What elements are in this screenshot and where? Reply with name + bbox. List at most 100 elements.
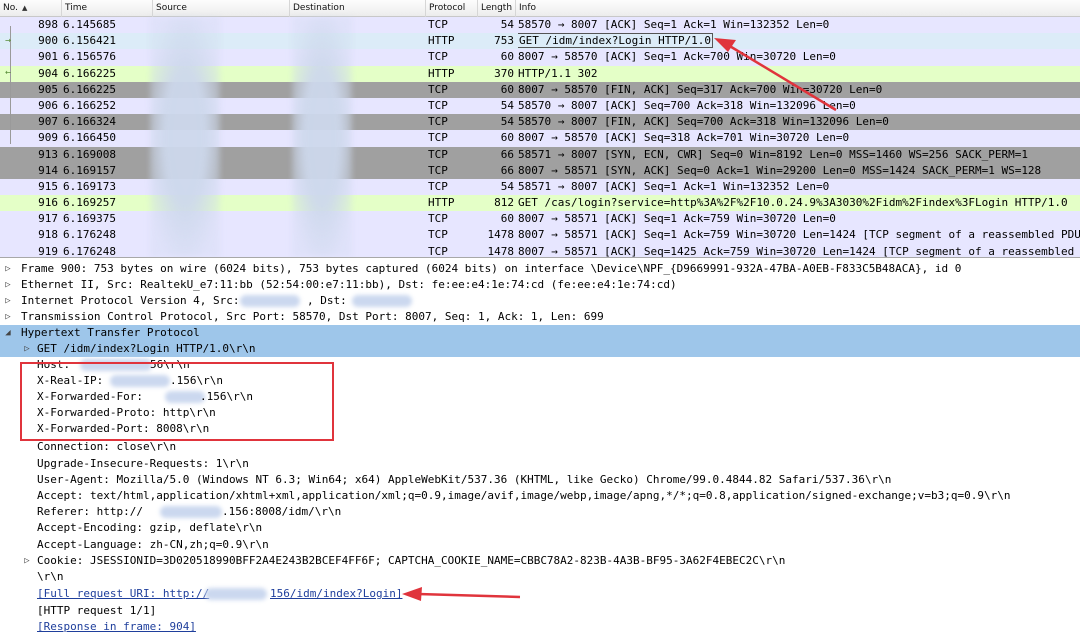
packet-info: 58570 → 8007 [ACK] Seq=700 Ack=318 Win=1… [518, 98, 856, 112]
packet-list-header: No. ▲ Time Source Destination Protocol Le… [0, 0, 1080, 17]
packet-info: GET /cas/login?service=http%3A%2F%2F10.0… [518, 196, 1068, 210]
packet-info: 8007 → 58571 [ACK] Seq=1 Ack=759 Win=307… [518, 228, 1080, 242]
packet-number: 906 [38, 98, 58, 112]
packet-length: 60 [500, 131, 514, 145]
packet-info: 8007 → 58570 [ACK] Seq=318 Ack=701 Win=3… [518, 131, 850, 145]
detail-http-request-line[interactable]: ▷ GET /idm/index?Login HTTP/1.0\r\n [0, 341, 1080, 357]
packet-length: 54 [500, 18, 514, 31]
packet-protocol: TCP [428, 115, 448, 129]
redacted-uri-host [205, 588, 267, 600]
packet-time: 6.145685 [63, 18, 116, 31]
packet-protocol: TCP [428, 179, 448, 193]
column-header-no[interactable]: No. ▲ [0, 0, 62, 17]
detail-ethernet[interactable]: ▷ Ethernet II, Src: RealtekU_e7:11:bb (52… [0, 277, 1080, 293]
expand-icon[interactable]: ▷ [22, 553, 32, 569]
detail-frame[interactable]: ▷ Frame 900: 753 bytes on wire (6024 bits… [0, 261, 1080, 277]
packet-protocol: HTTP [428, 66, 455, 80]
packet-number: 901 [38, 50, 58, 64]
detail-accept-encoding[interactable]: Accept-Encoding: gzip, deflate\r\n [0, 520, 1080, 536]
packet-length: 60 [500, 50, 514, 64]
column-header-info[interactable]: Info [516, 0, 1080, 17]
detail-accept[interactable]: Accept: text/html,application/xhtml+xml,… [0, 488, 1080, 504]
packet-info: 8007 → 58571 [ACK] Seq=1425 Ack=759 Win=… [518, 244, 1080, 258]
column-header-length[interactable]: Length [478, 0, 516, 17]
packet-protocol: TCP [428, 98, 448, 112]
redacted-destination-addresses [292, 17, 352, 257]
request-arrow-icon: → [5, 35, 12, 46]
redacted-referer-host [160, 506, 222, 518]
detail-cookie[interactable]: ▷ Cookie: JSESSIONID=3D020518990BFF2A4E24… [0, 553, 1080, 569]
packet-protocol: TCP [428, 18, 448, 31]
packet-number: 907 [38, 115, 58, 129]
response-arrow-icon: ← [5, 67, 12, 78]
packet-time: 6.166252 [63, 98, 116, 112]
packet-info: 58570 → 8007 [ACK] Seq=1 Ack=1 Win=13235… [518, 18, 830, 31]
packet-info: 8007 → 58570 [FIN, ACK] Seq=317 Ack=700 … [518, 82, 883, 96]
detail-http-request-count: [HTTP request 1/1] [37, 604, 157, 617]
column-header-protocol[interactable]: Protocol [426, 0, 478, 17]
packet-time: 6.169157 [63, 163, 116, 177]
packet-time: 6.169008 [63, 147, 116, 161]
packet-time: 6.166324 [63, 115, 116, 129]
packet-time: 6.156576 [63, 50, 116, 64]
packet-length: 1478 [487, 244, 515, 258]
detail-upgrade-insecure[interactable]: Upgrade-Insecure-Requests: 1\r\n [0, 456, 1080, 472]
detail-user-agent[interactable]: User-Agent: Mozilla/5.0 (Windows NT 6.3;… [0, 472, 1080, 488]
packet-info: 58571 → 8007 [ACK] Seq=1 Ack=1 Win=13235… [518, 179, 830, 193]
packet-number: 919 [38, 244, 58, 258]
packet-length: 66 [500, 147, 514, 161]
packet-length: 812 [494, 196, 514, 210]
packet-time: 6.169173 [63, 179, 116, 193]
packet-number: 913 [38, 147, 58, 161]
detail-accept-language[interactable]: Accept-Language: zh-CN,zh;q=0.9\r\n [0, 537, 1080, 553]
expand-icon[interactable]: ▷ [22, 341, 32, 357]
packet-time: 6.169257 [63, 196, 116, 210]
column-header-destination[interactable]: Destination [290, 0, 426, 17]
expand-icon[interactable]: ▷ [3, 277, 13, 293]
packet-protocol: TCP [428, 212, 448, 226]
expand-icon[interactable]: ▷ [3, 309, 13, 325]
column-header-source[interactable]: Source [153, 0, 290, 17]
detail-response-in-frame[interactable]: [Response in frame: 904] [0, 619, 1080, 635]
packet-length: 54 [500, 98, 514, 112]
collapse-icon[interactable]: ◢ [3, 325, 13, 341]
packet-number: 915 [38, 179, 58, 193]
detail-referer[interactable]: Referer: http://.156:8008/idm/\r\n [0, 504, 1080, 520]
detail-full-request-uri[interactable]: [Full request URI: http://156/idm/index?… [0, 586, 1080, 602]
packet-info: 8007 → 58571 [SYN, ACK] Seq=0 Ack=1 Win=… [518, 163, 1042, 177]
detail-tcp[interactable]: ▷ Transmission Control Protocol, Src Port… [0, 309, 1080, 325]
annotation-box-forwarded-headers [20, 362, 334, 441]
packet-list[interactable]: No. ▲ Time Source Destination Protocol Le… [0, 0, 1080, 258]
packet-info: 58571 → 8007 [SYN, ECN, CWR] Seq=0 Win=8… [518, 147, 1028, 161]
packet-time: 6.176248 [63, 244, 116, 258]
packet-info-text: GET /idm/index?Login HTTP/1.0 [518, 33, 714, 49]
packet-number: 918 [38, 228, 58, 242]
packet-number: 914 [38, 163, 58, 177]
detail-http[interactable]: ◢ Hypertext Transfer Protocol [0, 325, 1080, 341]
packet-protocol: TCP [428, 131, 448, 145]
packet-protocol: TCP [428, 244, 448, 258]
detail-ip[interactable]: ▷ Internet Protocol Version 4, Src:, Dst: [0, 293, 1080, 309]
packet-number: 916 [38, 196, 58, 210]
packet-length: 54 [500, 115, 514, 129]
packet-length: 1478 [487, 228, 515, 242]
packet-number: 917 [38, 212, 58, 226]
packet-length: 60 [500, 82, 514, 96]
packet-time: 6.169375 [63, 212, 116, 226]
expand-icon[interactable]: ▷ [3, 293, 13, 309]
packet-protocol: HTTP [428, 196, 455, 210]
packet-info: 8007 → 58570 [ACK] Seq=1 Ack=700 Win=307… [518, 50, 836, 64]
packet-time: 6.156421 [63, 34, 116, 48]
redacted-ip-src [240, 295, 300, 307]
packet-details[interactable]: ▷ Frame 900: 753 bytes on wire (6024 bits… [0, 261, 1080, 636]
expand-icon[interactable]: ▷ [3, 261, 13, 277]
column-header-time[interactable]: Time [62, 0, 153, 17]
detail-crlf[interactable]: \r\n [0, 569, 1080, 585]
detail-connection[interactable]: Connection: close\r\n [0, 439, 1080, 455]
packet-number: 909 [38, 131, 58, 145]
packet-protocol: TCP [428, 228, 448, 242]
packet-length: 370 [494, 66, 514, 80]
packet-info: HTTP/1.1 302 [518, 66, 598, 80]
packet-protocol: HTTP [428, 34, 455, 48]
packet-length: 54 [500, 179, 514, 193]
